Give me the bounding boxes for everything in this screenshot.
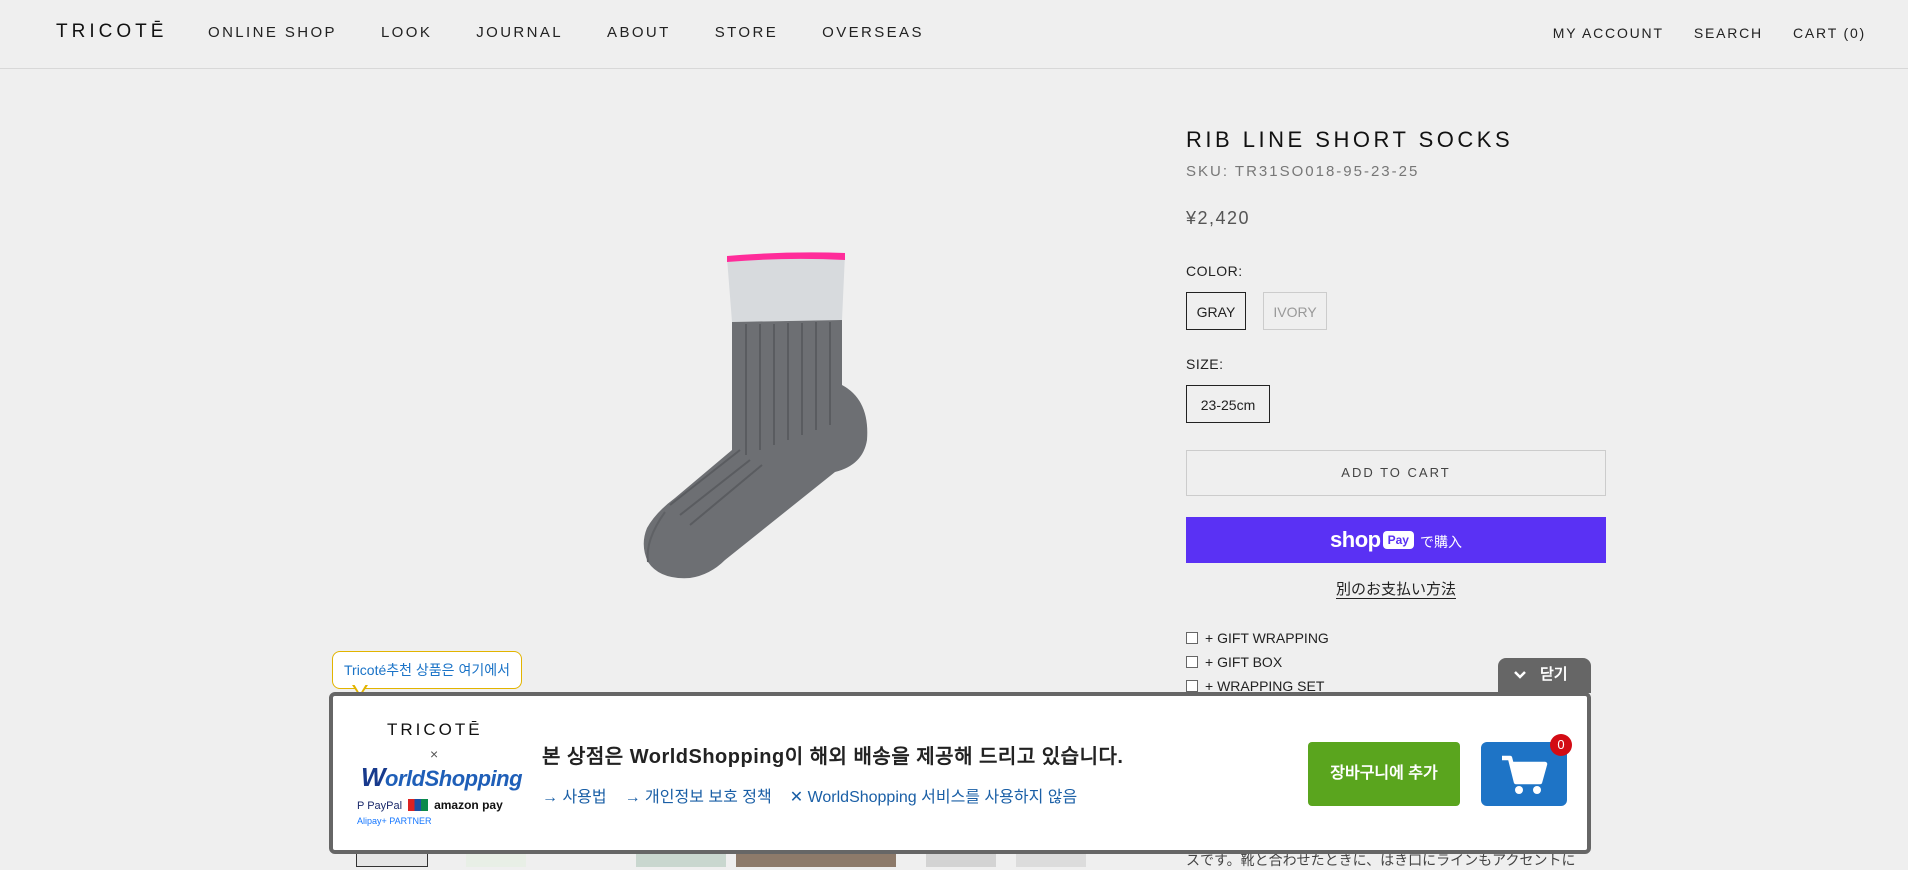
nav-store[interactable]: STORE [715,24,778,41]
header-utilities: MY ACCOUNT SEARCH CART (0) [1523,25,1866,41]
color-option-gray[interactable]: GRAY [1186,292,1246,330]
paypal-logo: P PayPal [357,800,403,812]
shop-pay-button[interactable]: shop Pay で購入 [1186,517,1606,563]
addon-gift-wrapping[interactable]: + GIFT WRAPPING [1186,630,1329,646]
color-option-ivory[interactable]: IVORY [1263,292,1327,330]
product-image[interactable] [590,250,890,700]
size-option-23-25[interactable]: 23-25cm [1186,385,1270,423]
shop-pay-logo: shop [1330,527,1381,552]
shopping-cart-icon [1502,755,1548,794]
main-nav: ONLINE SHOP LOOK JOURNAL ABOUT STORE OVE… [208,24,968,41]
store-logo: TRICOTĒ [387,720,483,739]
alternative-payment: 別のお支払い方法 [1186,578,1606,599]
nav-about[interactable]: ABOUT [607,24,671,41]
nav-online-shop[interactable]: ONLINE SHOP [208,24,337,41]
banner-links: → 사용법 → 개인정보 보호 정책 ✕ WorldShopping 서비스를 … [542,783,1095,807]
worldshopping-logo-w: W [361,762,386,792]
my-account-link[interactable]: MY ACCOUNT [1553,25,1664,41]
site-header: TRICOTĒ ONLINE SHOP LOOK JOURNAL ABOUT S… [0,0,1908,69]
addon-gift-box[interactable]: + GIFT BOX [1186,654,1282,670]
payment-logos: P PayPal amazon pay [357,798,503,812]
product-title: RIB LINE SHORT SOCKS [1186,127,1514,152]
banner-headline: 본 상점은 WorldShopping이 해외 배송을 제공해 드리고 있습니다… [542,746,1124,768]
addon-label: + GIFT BOX [1205,654,1283,670]
cart-link[interactable]: CART (0) [1793,25,1866,41]
shop-pay-badge: Pay [1382,531,1414,549]
banner-close-button[interactable]: 닫기 [1498,658,1591,693]
checkbox-icon[interactable] [1186,656,1198,668]
search-link[interactable]: SEARCH [1694,25,1763,41]
amazon-pay-logo: amazon pay [434,798,503,812]
product-sku: SKU: TR31SO018-95-23-25 [1186,163,1420,180]
add-to-cart-button[interactable]: ADD TO CART [1186,450,1606,496]
worldshopping-logo-text: orldShopping [385,766,523,791]
nav-overseas[interactable]: OVERSEAS [822,24,924,41]
disable-service-link[interactable]: ✕ WorldShopping 서비스를 사용하지 않음 [790,783,1078,807]
chevron-down-icon [1514,671,1526,679]
alipay-logo: Alipay+ PARTNER [357,816,432,826]
nav-look[interactable]: LOOK [381,24,432,41]
nav-journal[interactable]: JOURNAL [476,24,563,41]
shop-pay-label: で購入 [1419,534,1462,550]
banner-close-label: 닫기 [1540,666,1568,683]
worldshopping-banner: TRICOTĒ × WorldShopping P PayPal amazon p… [329,692,1591,854]
cart-count-badge: 0 [1550,734,1572,756]
addon-label: + GIFT WRAPPING [1205,630,1329,646]
alternative-payment-link[interactable]: 別のお支払い方法 [1335,581,1456,599]
checkbox-icon[interactable] [1186,632,1198,644]
unionpay-icon [408,799,429,811]
ws-add-to-cart-button[interactable]: 장바구니에 추가 [1308,742,1460,806]
privacy-policy-link[interactable]: → 개인정보 보호 정책 [625,783,772,807]
checkbox-icon[interactable] [1186,680,1198,692]
worldshopping-logo: WorldShopping [361,762,523,793]
size-label: SIZE: [1186,356,1224,372]
site-logo[interactable]: TRICOTĒ [56,21,167,43]
product-price: ¥2,420 [1186,208,1251,228]
collab-times: × [430,746,439,762]
how-to-use-link[interactable]: → 사용법 [542,783,607,807]
color-label: COLOR: [1186,263,1243,279]
